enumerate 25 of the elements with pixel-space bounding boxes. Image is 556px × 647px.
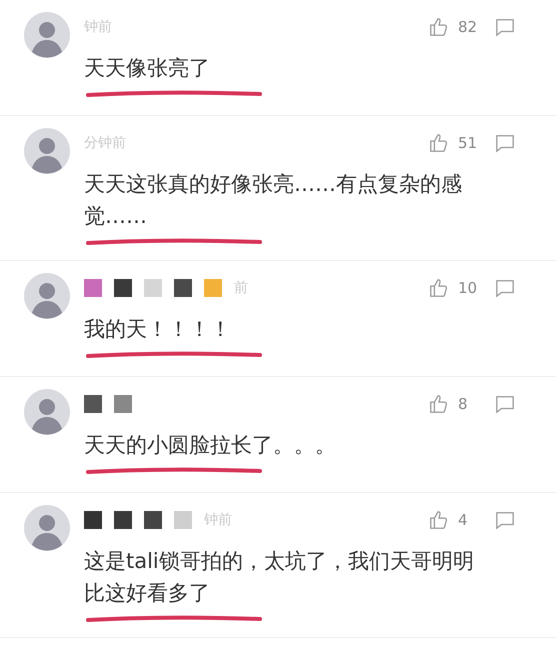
thumbs-up-icon: [428, 277, 450, 299]
comment-icon[interactable]: [494, 133, 516, 153]
comment-icon[interactable]: [494, 394, 516, 414]
avatar: [24, 389, 70, 435]
like-count: 8: [458, 394, 469, 415]
thumbs-up-icon: [428, 132, 450, 154]
like-count: 82: [458, 16, 478, 38]
comment-icon[interactable]: [494, 278, 516, 298]
avatar: [24, 505, 70, 551]
comment-text: 天天这张真的好像张亮……有点复杂的感觉……: [84, 171, 463, 230]
like-count: 4: [458, 510, 469, 531]
avatar: [24, 273, 70, 319]
comment-text: 天天的小圆脸拉长了。。。: [84, 432, 337, 459]
avatar: [24, 128, 70, 174]
avatar: [24, 12, 70, 58]
thumbs-up-icon: [428, 509, 450, 531]
comment-icon[interactable]: [494, 510, 516, 530]
like-count: 51: [458, 132, 478, 154]
like-count: 10: [458, 278, 478, 299]
thumbs-up-icon: [428, 16, 450, 38]
thumbs-up-icon: [428, 393, 450, 415]
comment-text: 我的天！！！！: [84, 316, 232, 343]
comment-text: 这是tali锁哥拍的，太坑了，我们天哥明明比这好看多了: [84, 548, 475, 607]
comment-text: 天天像张亮了: [84, 55, 211, 82]
comment-icon[interactable]: [494, 17, 516, 37]
